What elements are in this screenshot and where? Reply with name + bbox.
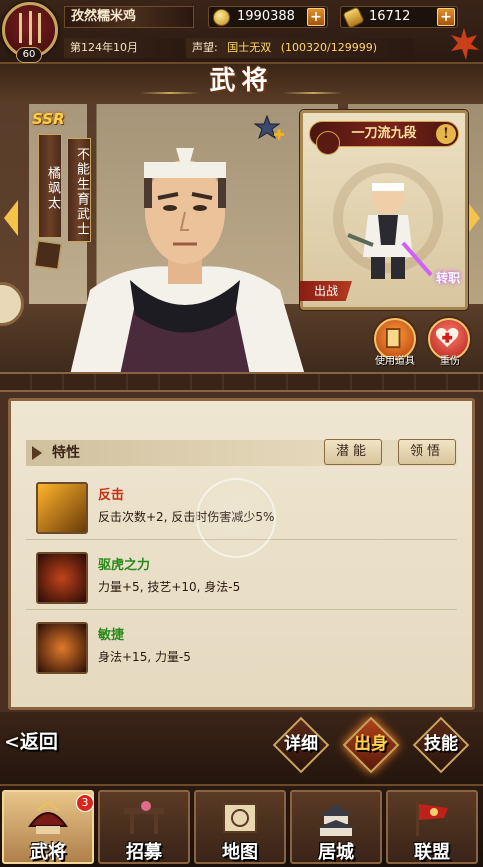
origin-button[interactable]: 出身 — [342, 716, 400, 774]
class-name: 一刀流九段 — [351, 126, 417, 141]
ryo-resource: 16712 + — [340, 6, 458, 29]
class-card[interactable]: 一刀流九段 ! 出战 转职 — [300, 110, 468, 310]
fame-rank: 国士无双 — [227, 41, 272, 54]
nav-recruit[interactable]: 招募 — [98, 790, 190, 864]
notification-badge: 3 — [76, 794, 94, 812]
comprehend-button[interactable]: 领悟 — [398, 439, 456, 465]
add-gold-button[interactable]: + — [307, 8, 325, 26]
skill-button[interactable]: 技能 — [412, 716, 470, 774]
fame-display: 声望: 国士无双 (100320/129999) — [186, 38, 414, 58]
heal-label: 重伤 — [440, 356, 460, 367]
player-name: 孜然糯米鸡 — [64, 6, 194, 28]
use-item-label: 使用道具 — [375, 356, 415, 367]
nav-castle[interactable]: 居城 — [290, 790, 382, 864]
nav-map[interactable]: 地图 — [194, 790, 286, 864]
trait-desc: 身法+15, 力量-5 — [98, 650, 191, 664]
weapon-class-icon — [34, 240, 62, 270]
alert-icon[interactable]: ! — [436, 124, 456, 144]
gold-amount: 1990388 — [237, 9, 295, 24]
character-portrait — [70, 148, 305, 375]
top-status-bar: 60 孜然糯米鸡 1990388 + 16712 + 第124年10月 声望: … — [0, 0, 483, 64]
touch-indicator — [196, 478, 276, 558]
page-title: 武将 — [209, 66, 274, 96]
back-button[interactable]: <返回 — [4, 726, 76, 758]
nav-alliance[interactable]: 联盟 — [386, 790, 478, 864]
arrow-right-icon — [32, 446, 42, 460]
character-name: 橘飒太 — [38, 134, 62, 238]
chibi-character-figure — [347, 181, 433, 279]
add-ryo-button[interactable]: + — [437, 8, 455, 26]
koban-icon — [342, 6, 365, 29]
castle-icon — [316, 804, 356, 836]
agility-figure-icon — [36, 622, 88, 674]
decorative-divider-band — [0, 372, 483, 392]
class-name-banner: 一刀流九段 ! — [309, 121, 459, 155]
trait-name: 敏捷 — [98, 628, 125, 643]
trait-name: 反击 — [98, 488, 125, 503]
origin-label: 出身 — [354, 734, 388, 754]
next-character-arrow-icon[interactable] — [466, 200, 480, 236]
traits-header: 特性 — [26, 440, 457, 466]
fame-value: (100320/129999) — [280, 41, 377, 54]
traits-header-label: 特性 — [52, 445, 80, 461]
detail-label: 详细 — [284, 734, 318, 754]
fame-label: 声望: — [192, 41, 218, 54]
recruit-board-icon — [124, 801, 164, 834]
clan-emblem-icon — [19, 11, 41, 45]
prev-character-arrow-icon[interactable] — [4, 200, 18, 236]
potential-button[interactable]: 潜能 — [324, 439, 382, 465]
skill-label: 技能 — [424, 734, 458, 754]
nav-label: 居城 — [318, 842, 354, 863]
nav-generals[interactable]: 武将 3 — [2, 790, 94, 864]
page-title-banner: 武将 — [150, 62, 333, 100]
trait-row[interactable]: 敏捷 身法+15, 力量-5 — [26, 614, 457, 680]
maple-leaf-icon — [451, 28, 479, 60]
class-change-button[interactable]: 转职 — [433, 271, 463, 301]
detail-button[interactable]: 详细 — [272, 716, 330, 774]
counterattack-icon — [36, 482, 88, 534]
coin-icon — [213, 9, 230, 26]
nav-label: 地图 — [222, 842, 258, 863]
alliance-flag-icon — [416, 802, 448, 836]
player-level-badge: 60 — [16, 47, 42, 63]
ryo-amount: 16712 — [369, 9, 411, 24]
nav-label: 武将 — [30, 842, 66, 863]
star-upgrade-icon[interactable] — [254, 114, 284, 144]
trait-desc: 力量+5, 技艺+10, 身法-5 — [98, 580, 241, 594]
gold-resource: 1990388 + — [208, 6, 328, 28]
rarity-badge: SSR — [32, 110, 65, 128]
nav-label: 招募 — [126, 842, 162, 863]
trait-name: 驱虎之力 — [98, 558, 151, 573]
tiger-mask-icon — [36, 552, 88, 604]
map-scroll-icon — [223, 803, 257, 833]
nav-label: 联盟 — [414, 842, 450, 863]
clan-crest-icon — [316, 131, 340, 155]
samurai-helmet-icon — [28, 800, 68, 834]
sortie-tag: 出战 — [300, 281, 352, 301]
game-date: 第124年10月 — [64, 38, 184, 58]
